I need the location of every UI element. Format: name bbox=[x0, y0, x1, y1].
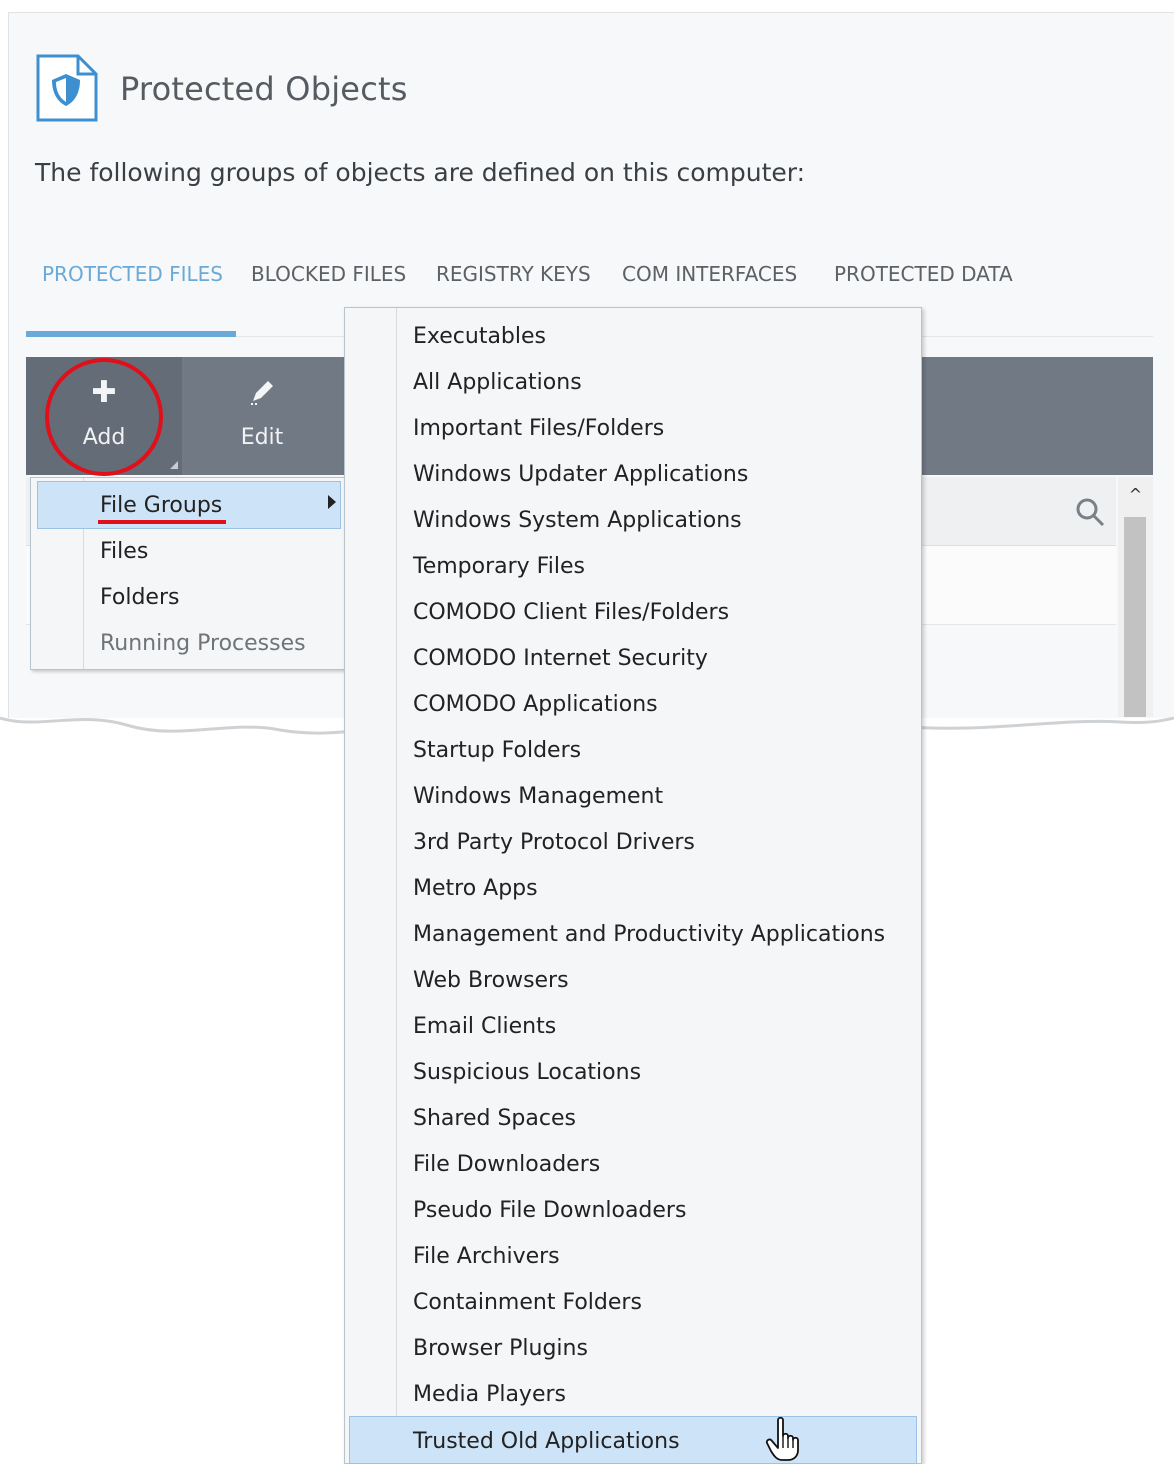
submenu-item[interactable]: File Archivers bbox=[345, 1232, 921, 1278]
add-dropdown-menu: File Groups Files Folders Running Proces… bbox=[30, 477, 348, 670]
dropdown-indicator-icon bbox=[170, 461, 178, 469]
menu-item-running-processes[interactable]: Running Processes bbox=[31, 620, 347, 666]
submenu-item-label: Trusted Old Applications bbox=[413, 1429, 680, 1454]
active-tab-indicator bbox=[26, 331, 236, 337]
edit-button[interactable]: Edit bbox=[184, 357, 340, 475]
submenu-item[interactable]: Metro Apps bbox=[345, 864, 921, 910]
submenu-item-label: Containment Folders bbox=[413, 1290, 642, 1315]
submenu-item[interactable]: Web Browsers bbox=[345, 956, 921, 1002]
tab-protected-data[interactable]: PROTECTED DATA bbox=[834, 262, 1013, 286]
submenu-item[interactable]: Windows System Applications bbox=[345, 496, 921, 542]
vertical-scrollbar[interactable]: ^ bbox=[1118, 477, 1153, 717]
submenu-item-label: Pseudo File Downloaders bbox=[413, 1198, 687, 1223]
tab-registry-keys[interactable]: REGISTRY KEYS bbox=[436, 262, 591, 286]
submenu-item[interactable]: Temporary Files bbox=[345, 542, 921, 588]
submenu-item[interactable]: File Downloaders bbox=[345, 1140, 921, 1186]
submenu-item[interactable]: Windows Management bbox=[345, 772, 921, 818]
submenu-item[interactable]: Pseudo File Downloaders bbox=[345, 1186, 921, 1232]
submenu-item[interactable]: Management and Productivity Applications bbox=[345, 910, 921, 956]
submenu-item-label: Management and Productivity Applications bbox=[413, 922, 886, 947]
submenu-item-label: Executables bbox=[413, 324, 546, 349]
submenu-item-label: Important Files/Folders bbox=[413, 416, 665, 441]
submenu-item-label: Startup Folders bbox=[413, 738, 582, 763]
submenu-item-label: File Archivers bbox=[413, 1244, 560, 1269]
submenu-item[interactable]: Email Clients bbox=[345, 1002, 921, 1048]
scroll-up-icon[interactable]: ^ bbox=[1118, 477, 1153, 513]
submenu-item-label: Media Players bbox=[413, 1382, 566, 1407]
menu-item-label: File Groups bbox=[100, 493, 223, 518]
submenu-item[interactable]: Media Players bbox=[345, 1370, 921, 1416]
submenu-item-label: Metro Apps bbox=[413, 876, 538, 901]
menu-item-folders[interactable]: Folders bbox=[31, 574, 347, 620]
scrollbar-thumb[interactable] bbox=[1124, 517, 1146, 717]
submenu-item[interactable]: Startup Folders bbox=[345, 726, 921, 772]
submenu-item-label: Suspicious Locations bbox=[413, 1060, 642, 1085]
submenu-item-label: COMODO Internet Security bbox=[413, 646, 708, 671]
hand-cursor-icon bbox=[765, 1416, 799, 1461]
submenu-item[interactable]: 3rd Party Protocol Drivers bbox=[345, 818, 921, 864]
menu-item-label: Folders bbox=[100, 585, 180, 610]
annotation-circle bbox=[45, 358, 163, 476]
annotation-underline bbox=[98, 520, 226, 524]
tab-blocked-files[interactable]: BLOCKED FILES bbox=[251, 262, 406, 286]
submenu-item[interactable]: All Applications bbox=[345, 358, 921, 404]
menu-item-label: Files bbox=[100, 539, 149, 564]
submenu-item[interactable]: Suspicious Locations bbox=[345, 1048, 921, 1094]
submenu-item-label: COMODO Client Files/Folders bbox=[413, 600, 730, 625]
search-icon[interactable] bbox=[1074, 496, 1106, 528]
submenu-arrow-icon bbox=[328, 495, 336, 509]
submenu-item-label: Web Browsers bbox=[413, 968, 569, 993]
tab-com-interfaces[interactable]: COM INTERFACES bbox=[622, 262, 797, 286]
submenu-item[interactable]: COMODO Client Files/Folders bbox=[345, 588, 921, 634]
pencil-icon bbox=[251, 381, 273, 405]
submenu-item-label: 3rd Party Protocol Drivers bbox=[413, 830, 695, 855]
submenu-item-label: Windows Updater Applications bbox=[413, 462, 749, 487]
tab-protected-files[interactable]: PROTECTED FILES bbox=[42, 262, 223, 286]
submenu-item[interactable]: COMODO Internet Security bbox=[345, 634, 921, 680]
submenu-item-label: Windows Management bbox=[413, 784, 664, 809]
submenu-item-label: Email Clients bbox=[413, 1014, 557, 1039]
submenu-item[interactable]: Browser Plugins bbox=[345, 1324, 921, 1370]
page-description: The following groups of objects are defi… bbox=[35, 158, 806, 187]
submenu-item[interactable]: Shared Spaces bbox=[345, 1094, 921, 1140]
edit-button-label: Edit bbox=[240, 425, 284, 450]
submenu-item-label: Windows System Applications bbox=[413, 508, 742, 533]
submenu-item[interactable]: Trusted Old Applications bbox=[349, 1416, 917, 1464]
submenu-item-label: Temporary Files bbox=[413, 554, 585, 579]
submenu-item-label: Shared Spaces bbox=[413, 1106, 576, 1131]
submenu-item-label: All Applications bbox=[413, 370, 582, 395]
submenu-item[interactable]: Windows Updater Applications bbox=[345, 450, 921, 496]
submenu-item[interactable]: Containment Folders bbox=[345, 1278, 921, 1324]
submenu-item-label: Browser Plugins bbox=[413, 1336, 588, 1361]
menu-item-label: Running Processes bbox=[100, 631, 306, 656]
page-title: Protected Objects bbox=[120, 70, 408, 108]
submenu-item[interactable]: Executables bbox=[345, 312, 921, 358]
submenu-item-label: COMODO Applications bbox=[413, 692, 658, 717]
submenu-item-label: File Downloaders bbox=[413, 1152, 601, 1177]
file-groups-submenu: Executables All Applications Important Fil… bbox=[344, 307, 922, 1464]
submenu-item[interactable]: COMODO Applications bbox=[345, 680, 921, 726]
shield-document-icon bbox=[36, 54, 98, 122]
submenu-item[interactable]: Important Files/Folders bbox=[345, 404, 921, 450]
menu-item-files[interactable]: Files bbox=[31, 528, 347, 574]
